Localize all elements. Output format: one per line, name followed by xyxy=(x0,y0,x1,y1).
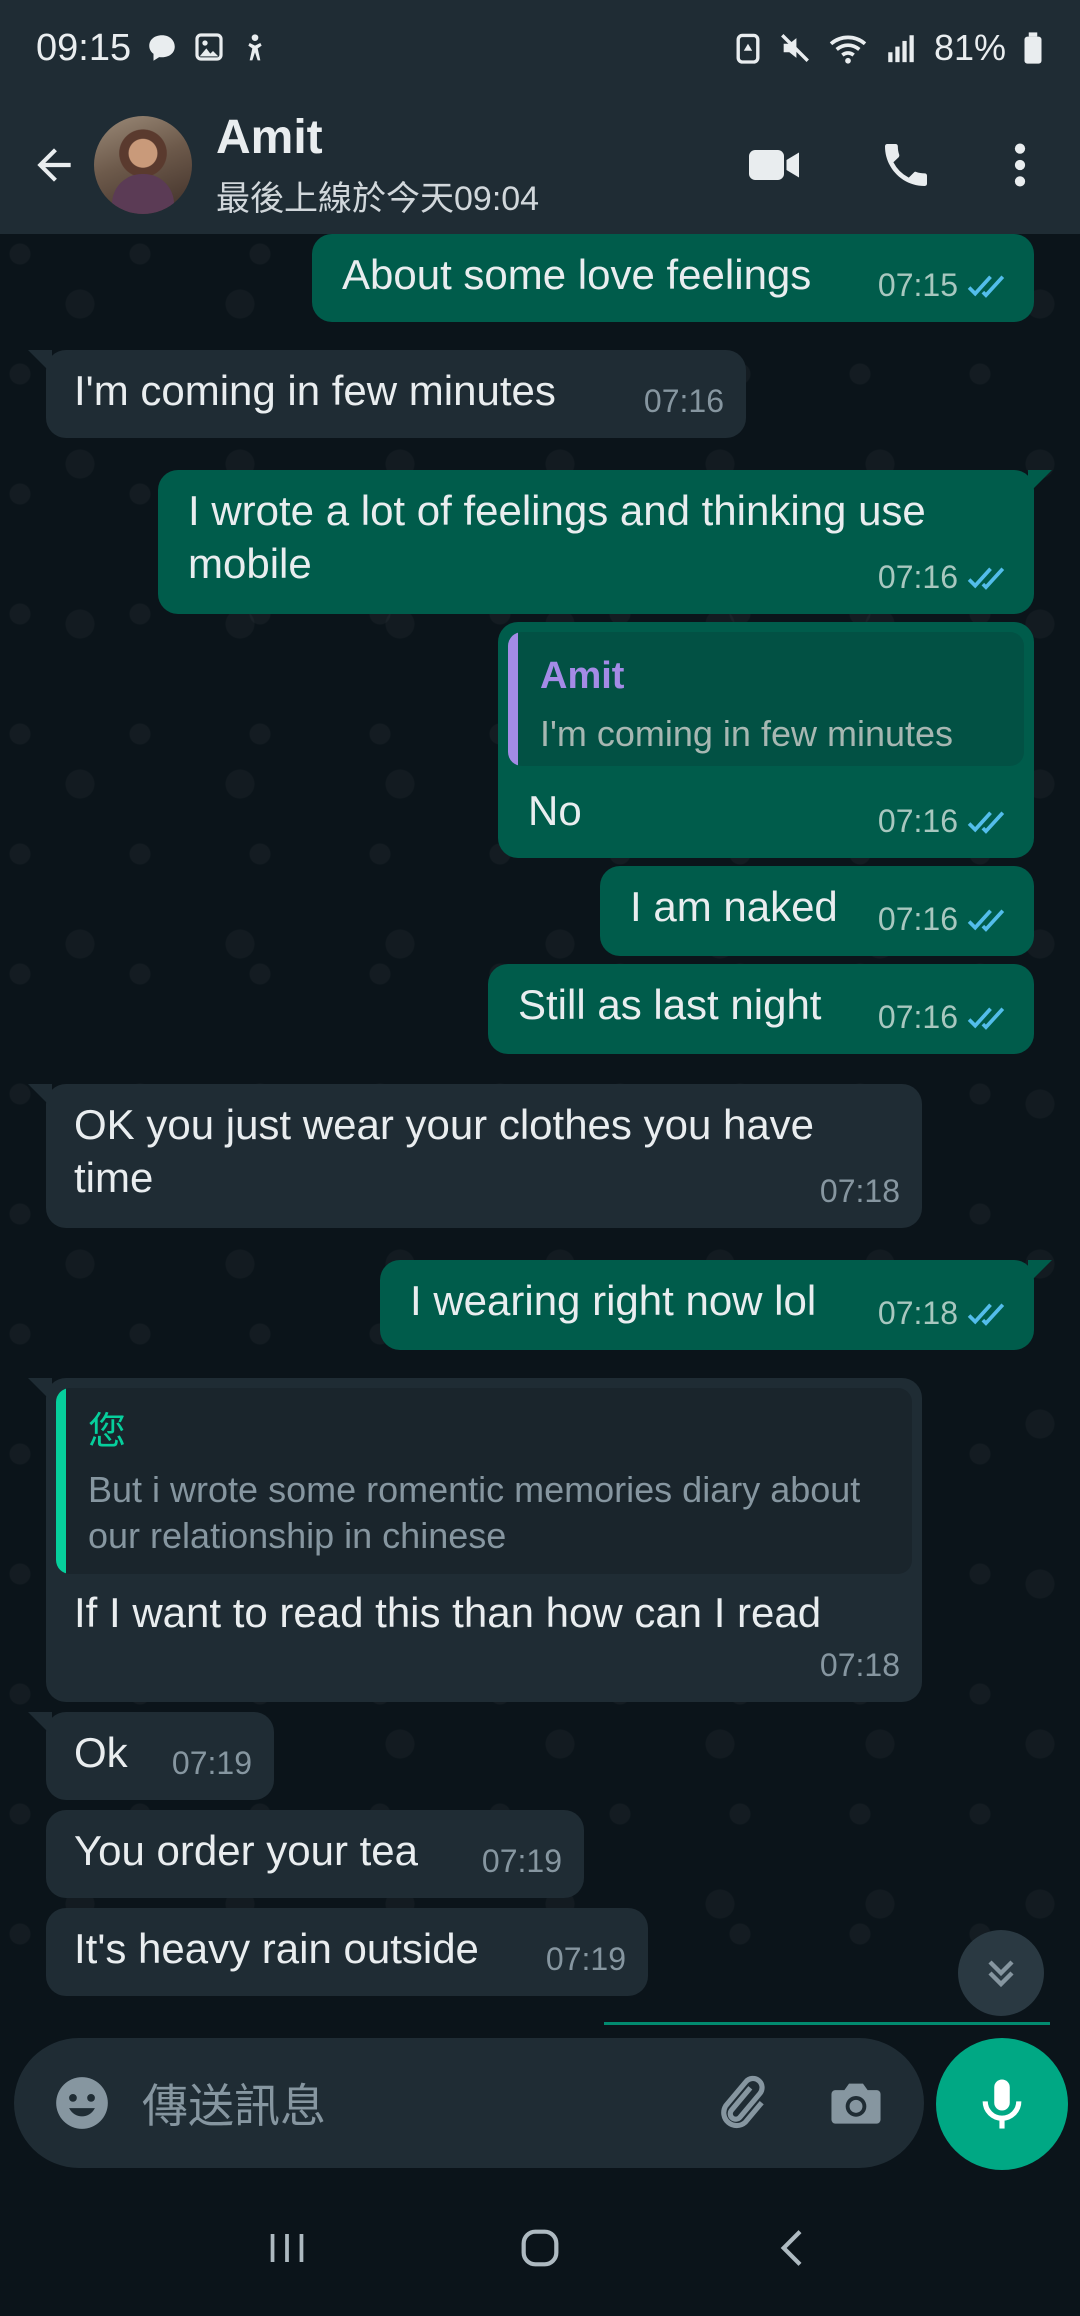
message-time: 07:19 xyxy=(481,1843,562,1879)
read-ticks-icon xyxy=(967,811,1005,834)
message-incoming[interactable]: You order your tea 07:19 xyxy=(46,1810,584,1898)
message-outgoing[interactable]: I wrote a lot of feelings and thinking u… xyxy=(158,470,1052,614)
voice-call-icon[interactable] xyxy=(858,117,954,213)
recent-apps-icon[interactable] xyxy=(239,2200,335,2296)
message-text: I'm coming in few minutes xyxy=(74,367,556,414)
camera-icon[interactable] xyxy=(814,2061,898,2145)
message-text: It's heavy rain outside xyxy=(74,1925,479,1972)
divider xyxy=(604,2022,1050,2025)
quoted-author: 您 xyxy=(88,1411,127,1453)
read-ticks-icon xyxy=(967,1303,1005,1326)
message-time: 07:18 xyxy=(877,1295,958,1331)
signal-icon xyxy=(884,31,918,65)
message-incoming[interactable]: OK you just wear your clothes you have t… xyxy=(28,1084,922,1228)
message-incoming-reply[interactable]: 您 But i wrote some romentic memories dia… xyxy=(28,1378,922,1702)
emoji-icon[interactable] xyxy=(42,2063,122,2143)
home-icon[interactable] xyxy=(492,2200,588,2296)
message-outgoing[interactable]: Still as last night 07:16 xyxy=(488,964,1034,1054)
accessibility-icon xyxy=(239,31,271,65)
chat-bubble-icon xyxy=(145,31,179,65)
quoted-text: But i wrote some romentic memories diary… xyxy=(88,1469,861,1556)
battery-saver-icon xyxy=(734,31,762,65)
quoted-text: I'm coming in few minutes xyxy=(540,713,954,754)
whatsapp-chat-screen: 09:15 81% Amit 最後上線於今天09:04 About some l… xyxy=(0,0,1080,2316)
message-time: 07:16 xyxy=(877,999,958,1035)
scroll-to-bottom-button[interactable] xyxy=(958,1930,1044,2016)
message-text: I wearing right now lol xyxy=(410,1277,817,1324)
read-ticks-icon xyxy=(967,567,1005,590)
message-outgoing[interactable]: I am naked 07:16 xyxy=(600,866,1034,956)
contact-avatar[interactable] xyxy=(94,116,192,214)
message-composer: 傳送訊息 xyxy=(14,2038,924,2168)
message-text: Still as last night xyxy=(518,981,822,1028)
message-text: No xyxy=(528,787,582,834)
mute-icon xyxy=(778,31,812,65)
more-options-icon[interactable] xyxy=(972,117,1068,213)
last-seen-status: 最後上線於今天09:04 xyxy=(216,180,540,218)
gallery-icon xyxy=(193,31,225,65)
message-incoming[interactable]: I'm coming in few minutes 07:16 xyxy=(28,350,746,438)
message-text: OK you just wear your clothes you have t… xyxy=(74,1101,815,1201)
message-time: 07:18 xyxy=(819,1647,900,1683)
message-time: 07:19 xyxy=(545,1941,626,1977)
battery-level: 81% xyxy=(933,27,1006,68)
quoted-message[interactable]: 您 But i wrote some romentic memories dia… xyxy=(56,1388,912,1574)
message-text: If I want to read this than how can I re… xyxy=(74,1589,822,1636)
system-navigation-bar xyxy=(0,2180,1080,2316)
chat-header: Amit 最後上線於今天09:04 xyxy=(0,96,1080,234)
wifi-icon xyxy=(828,31,868,65)
message-time: 07:16 xyxy=(643,383,724,419)
message-list[interactable]: About some love feelings 07:15 I'm comin… xyxy=(0,234,1080,2018)
contact-name: Amit xyxy=(216,111,323,164)
message-incoming[interactable]: Ok 07:19 xyxy=(28,1712,274,1800)
message-time: 07:18 xyxy=(819,1173,900,1209)
message-time: 07:19 xyxy=(171,1745,252,1781)
attach-icon[interactable] xyxy=(698,2061,782,2145)
double-chevron-down-icon xyxy=(988,1960,1014,1988)
video-call-icon[interactable] xyxy=(726,117,822,213)
battery-icon xyxy=(1022,31,1044,65)
read-ticks-icon xyxy=(967,275,1005,298)
message-text: I wrote a lot of feelings and thinking u… xyxy=(188,487,926,587)
contact-info[interactable]: Amit 最後上線於今天09:04 xyxy=(216,110,539,220)
message-outgoing[interactable]: About some love feelings 07:15 xyxy=(312,234,1034,322)
quoted-message[interactable]: Amit I'm coming in few minutes xyxy=(508,632,1024,766)
message-text: About some love feelings xyxy=(342,251,812,298)
message-time: 07:16 xyxy=(877,803,958,839)
status-bar: 09:15 81% xyxy=(0,0,1080,96)
message-text: You order your tea xyxy=(74,1827,419,1874)
message-incoming[interactable]: It's heavy rain outside 07:19 xyxy=(46,1908,648,1996)
message-time: 07:15 xyxy=(877,267,958,303)
read-ticks-icon xyxy=(967,1007,1005,1030)
message-time: 07:16 xyxy=(877,559,958,595)
voice-message-button[interactable] xyxy=(936,2038,1068,2170)
message-text: Ok xyxy=(74,1729,128,1776)
status-time: 09:15 xyxy=(36,26,132,69)
back-icon[interactable] xyxy=(745,2200,841,2296)
message-outgoing[interactable]: I wearing right now lol 07:18 xyxy=(380,1260,1052,1350)
quoted-author: Amit xyxy=(540,655,625,697)
back-arrow-icon[interactable] xyxy=(18,129,90,201)
microphone-icon xyxy=(982,2079,1022,2129)
message-time: 07:16 xyxy=(877,901,958,937)
read-ticks-icon xyxy=(967,909,1005,932)
message-input[interactable]: 傳送訊息 xyxy=(142,2070,698,2136)
message-text: I am naked xyxy=(630,883,838,930)
message-outgoing-reply[interactable]: Amit I'm coming in few minutes No 07:16 xyxy=(498,622,1034,858)
